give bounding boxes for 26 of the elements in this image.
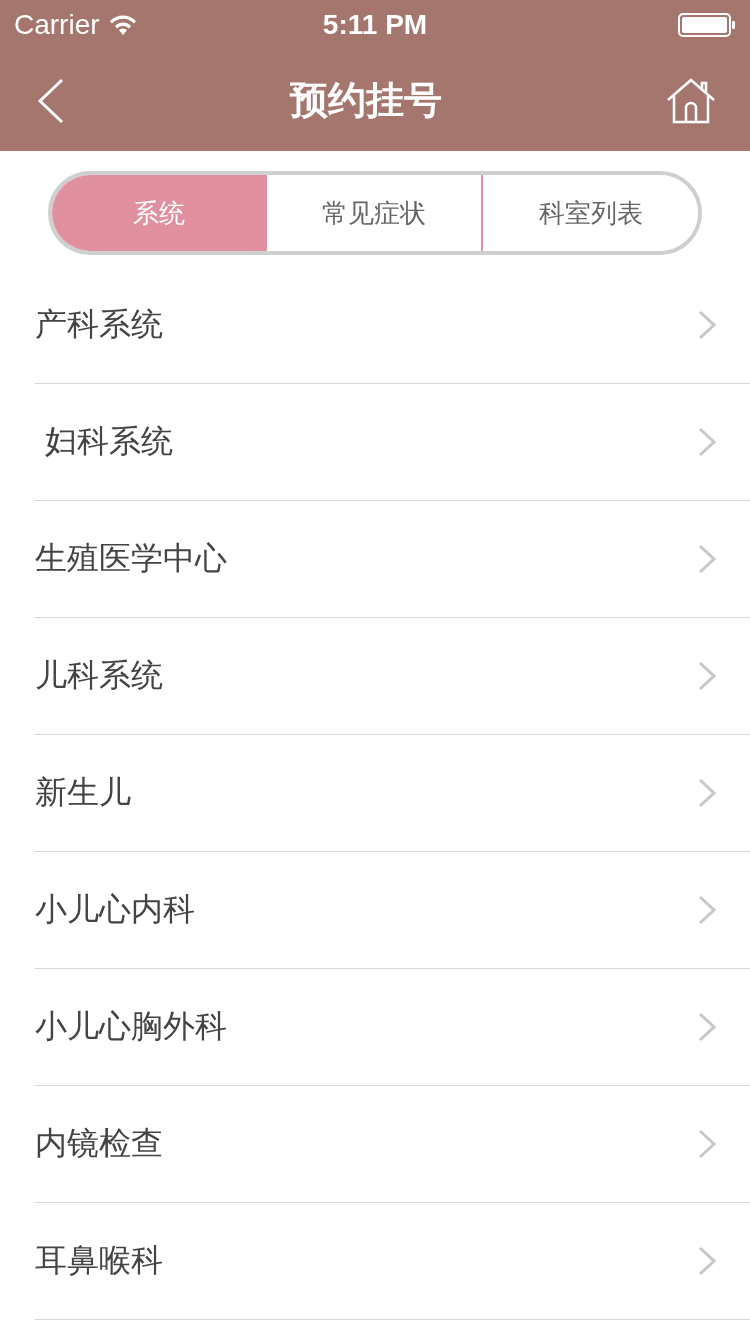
status-time: 5:11 PM bbox=[322, 9, 428, 41]
list-item-label[interactable]: 小儿心胸外科 bbox=[35, 1005, 227, 1049]
page-title: 预约挂号 bbox=[290, 77, 442, 124]
list-item-label[interactable]: 耳鼻喉科 bbox=[35, 1239, 163, 1283]
chevron-icon bbox=[698, 895, 716, 925]
chevron-icon bbox=[698, 661, 716, 691]
chevron-icon bbox=[698, 310, 716, 340]
list-item-label[interactable]: 生殖医学中心 bbox=[35, 537, 227, 581]
list-item-label[interactable]: 小儿心内科 bbox=[35, 888, 195, 932]
chevron-icon bbox=[698, 1012, 716, 1042]
home-icon[interactable] bbox=[666, 77, 716, 124]
chevron-icon bbox=[698, 778, 716, 808]
wifi-icon bbox=[107, 14, 138, 36]
list-item-label[interactable]: 妇科系统 bbox=[35, 420, 174, 464]
segment-tab[interactable]: 科室列表 bbox=[481, 175, 698, 251]
list-item-label[interactable]: 儿科系统 bbox=[35, 654, 163, 698]
list-item-label[interactable]: 新生儿 bbox=[35, 771, 131, 815]
chevron-icon bbox=[698, 427, 716, 457]
back-button[interactable] bbox=[36, 77, 66, 124]
carrier-label: Carrier bbox=[14, 9, 100, 41]
chevron-icon bbox=[698, 1129, 716, 1159]
battery-icon bbox=[678, 13, 736, 37]
list-item-label[interactable]: 内镜检查 bbox=[35, 1122, 163, 1166]
chevron-icon bbox=[698, 1246, 716, 1276]
chevron-icon bbox=[698, 544, 716, 574]
list-item-label[interactable]: 产科系统 bbox=[35, 303, 163, 347]
